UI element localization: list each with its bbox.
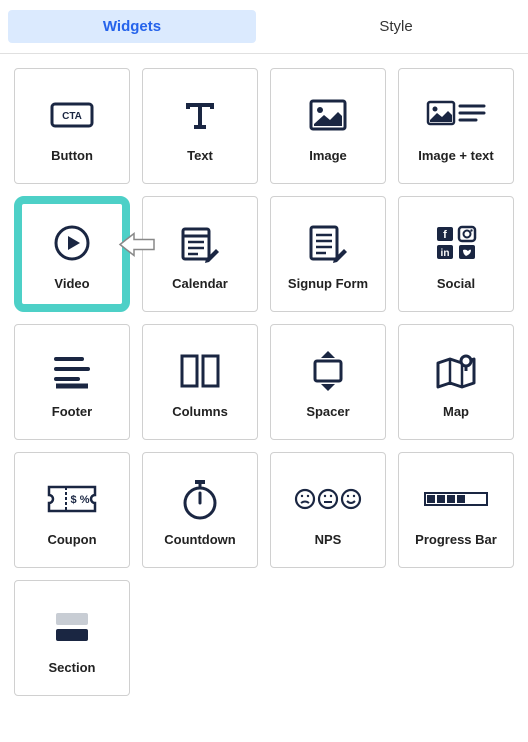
calendar-edit-icon [178,218,222,268]
cta-button-icon: CTA [50,90,94,140]
widget-columns[interactable]: Columns [142,324,258,440]
widget-text[interactable]: Text [142,68,258,184]
widget-label: Columns [172,404,228,419]
pointer-arrow-icon [118,230,158,265]
widget-label: Text [187,148,213,163]
widget-label: NPS [315,532,342,547]
widget-label: Map [443,404,469,419]
play-circle-icon [52,218,92,268]
section-icon [50,602,94,652]
widget-label: Footer [52,404,92,419]
widget-section[interactable]: Section [14,580,130,696]
form-edit-icon [306,218,350,268]
faces-icon [293,474,363,524]
tab-style[interactable]: Style [272,10,520,43]
tab-widgets[interactable]: Widgets [8,10,256,43]
widget-button[interactable]: CTA Button [14,68,130,184]
widget-label: Image [309,148,347,163]
widget-progress-bar[interactable]: Progress Bar [398,452,514,568]
svg-text:CTA: CTA [62,111,82,122]
svg-text:f: f [443,229,447,241]
svg-text:$ %: $ % [71,494,90,506]
text-icon [180,90,220,140]
progress-bar-icon [423,474,489,524]
widget-countdown[interactable]: Countdown [142,452,258,568]
svg-text:in: in [441,248,450,259]
columns-icon [178,346,222,396]
spacer-icon [309,346,347,396]
widget-signup-form[interactable]: Signup Form [270,196,386,312]
footer-lines-icon [52,346,92,396]
widget-label: Button [51,148,93,163]
social-icons: f in [433,218,479,268]
widgets-grid: CTA Button Text Image [0,54,528,710]
widget-label: Progress Bar [415,532,497,547]
image-icon [308,90,348,140]
image-text-icon [426,90,486,140]
widget-label: Calendar [172,276,228,291]
stopwatch-icon [181,474,219,524]
widget-label: Image + text [418,148,494,163]
widget-label: Section [49,660,96,675]
widget-nps[interactable]: NPS [270,452,386,568]
widget-label: Video [54,276,89,291]
widget-label: Signup Form [288,276,368,291]
widget-video[interactable]: Video [14,196,130,312]
widget-footer[interactable]: Footer [14,324,130,440]
map-pin-icon [434,346,478,396]
widget-coupon[interactable]: $ % Coupon [14,452,130,568]
tabs-bar: Widgets Style [0,0,528,54]
widget-label: Coupon [47,532,96,547]
widget-image[interactable]: Image [270,68,386,184]
widget-calendar[interactable]: Calendar [142,196,258,312]
coupon-icon: $ % [46,474,98,524]
widget-spacer[interactable]: Spacer [270,324,386,440]
widget-social[interactable]: f in Social [398,196,514,312]
widget-map[interactable]: Map [398,324,514,440]
widget-label: Countdown [164,532,235,547]
widget-label: Social [437,276,475,291]
widget-image-text[interactable]: Image + text [398,68,514,184]
widget-label: Spacer [306,404,349,419]
